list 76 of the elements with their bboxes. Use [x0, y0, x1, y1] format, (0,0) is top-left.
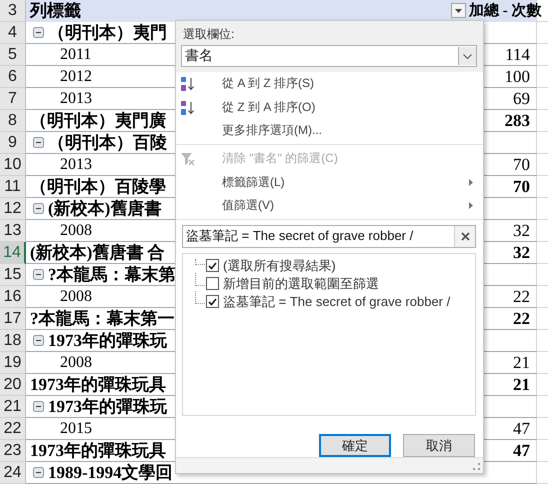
sort-descending-icon [180, 100, 195, 115]
tree-line [195, 259, 205, 266]
row-number[interactable]: 9 [0, 132, 26, 154]
row-label: 2008 [60, 288, 92, 306]
resize-grip-icon [473, 463, 480, 470]
row-number[interactable]: 19 [0, 352, 26, 374]
collapse-icon [33, 467, 44, 478]
row-label: （明刊本）百陵學 [30, 176, 166, 197]
row-number[interactable]: 6 [0, 66, 26, 88]
row-number[interactable]: 21 [0, 396, 26, 418]
caret-icon [455, 8, 462, 12]
collapse-icon [33, 401, 44, 412]
row-label: 2013 [60, 90, 92, 108]
submenu-arrow-icon [469, 178, 473, 186]
row-number[interactable]: 14 [0, 242, 26, 264]
sort-ascending-icon [180, 76, 195, 92]
row-number[interactable]: 15 [0, 264, 26, 286]
row-label: ?本龍馬：幕末第一 [30, 308, 174, 329]
dialog-button[interactable]: 取消 [403, 434, 475, 458]
row-label: 2013 [60, 156, 92, 174]
column-header: 列標籤 [30, 0, 81, 21]
tree-line [195, 273, 205, 286]
collapse-icon [33, 27, 44, 38]
collapse-icon [33, 137, 44, 148]
chevron-icon [463, 54, 472, 58]
filter-dropdown-button[interactable] [451, 3, 466, 18]
row-number[interactable]: 7 [0, 88, 26, 110]
row-number[interactable]: 12 [0, 198, 26, 220]
checkbox[interactable] [206, 259, 219, 272]
row-label: ?本龍馬：幕末第 [48, 264, 176, 285]
dialog-button[interactable]: 確定 [319, 434, 391, 458]
row-label: (新校本)舊唐書 合 [30, 242, 165, 263]
row-number[interactable]: 13 [0, 220, 26, 242]
row-number[interactable]: 11 [0, 176, 26, 198]
checkbox[interactable] [206, 295, 219, 308]
checkbox-label[interactable]: 盜墓筆記 = The secret of grave robber / [223, 292, 450, 311]
checkbox-label[interactable]: 新增目前的選取範圍至篩選 [223, 274, 379, 293]
tree-line [195, 291, 205, 304]
row-label: 1973年的彈珠玩 [48, 330, 167, 351]
row-number[interactable]: 5 [0, 44, 26, 66]
checkbox-label[interactable]: (選取所有搜尋結果) [223, 256, 336, 275]
row-label: （明刊本）百陵 [48, 132, 167, 153]
row-label: 2011 [60, 46, 92, 64]
row-label: （明刊本）夷門廣 [30, 110, 166, 131]
row-number[interactable]: 23 [0, 440, 26, 462]
row-label: 1973年的彈珠玩具 [30, 374, 166, 395]
row-number[interactable]: 24 [0, 462, 26, 484]
row-label: 2008 [60, 354, 92, 372]
row-label: 2012 [60, 68, 92, 86]
row-label: 2008 [60, 222, 92, 240]
row-number[interactable]: 22 [0, 418, 26, 440]
row-number[interactable]: 16 [0, 286, 26, 308]
row-number[interactable]: 10 [0, 154, 26, 176]
collapse-icon [33, 203, 44, 214]
clear-filter-icon [180, 151, 195, 166]
row-number[interactable]: 18 [0, 330, 26, 352]
row-label: （明刊本）夷門 [48, 22, 167, 43]
row-number[interactable]: 3 [0, 0, 26, 22]
field-dropdown[interactable]: 書名 [181, 45, 477, 67]
checkbox[interactable] [206, 277, 219, 290]
column-header: 加總 - 次數 [469, 1, 542, 20]
row-label: 1989-1994文學回 [48, 462, 173, 483]
row-number[interactable]: 4 [0, 22, 26, 44]
field-label: 選取欄位: [183, 26, 236, 42]
collapse-icon [33, 335, 44, 346]
row-label: 1973年的彈珠玩 [48, 396, 167, 417]
row-label: 1973年的彈珠玩具 [30, 440, 166, 461]
row-number[interactable]: 20 [0, 374, 26, 396]
checkmark-icon [208, 262, 217, 270]
submenu-arrow-icon [469, 202, 473, 210]
row-number[interactable]: 8 [0, 110, 26, 132]
row-label: 2015 [60, 420, 92, 438]
checkmark-icon [208, 298, 217, 306]
row-number[interactable]: 17 [0, 308, 26, 330]
collapse-icon [33, 269, 44, 280]
row-label: (新校本)舊唐書 [48, 198, 162, 219]
